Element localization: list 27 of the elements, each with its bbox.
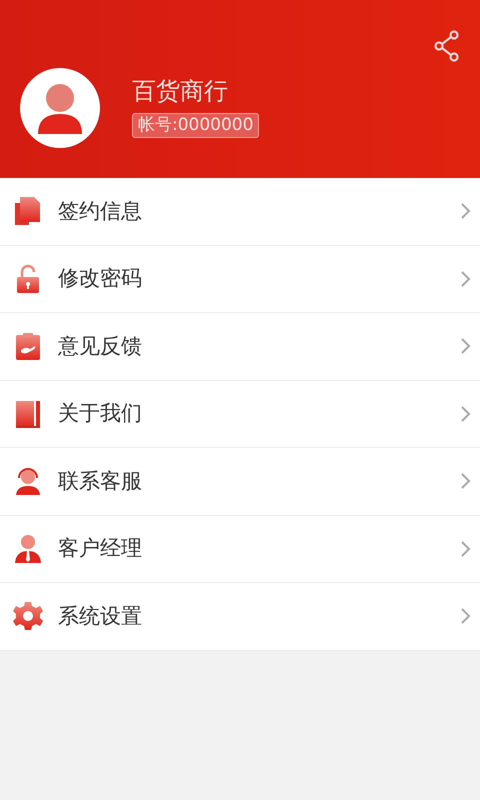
menu-label: 关于我们 [58,400,142,427]
chevron-right-icon [460,404,472,423]
menu-item[interactable]: 关于我们 [0,380,480,448]
chevron-right-icon [460,540,472,558]
menu-item[interactable]: 签约信息 [0,178,480,246]
menu-label: 系统设置 [58,602,142,630]
menu-label: 修改密码 [58,265,142,292]
person-tie-icon [12,532,44,565]
menu-label: 签约信息 [58,198,142,224]
store-name: 百货商行 [132,78,228,102]
menu-item[interactable]: 意见反馈 [0,313,480,380]
chevron-right-icon [460,270,472,288]
gear-icon [12,600,44,632]
account-number: 帐号:0000000 [132,112,260,138]
chevron-right-icon [460,202,472,220]
menu-item[interactable]: 系统设置 [0,583,480,650]
menu-item[interactable]: 客户经理 [0,516,480,583]
chevron-right-icon [460,607,472,626]
chevron-right-icon [460,337,472,356]
chevron-right-icon [460,472,472,490]
menu-label: 联系客服 [58,468,142,494]
person-icon [36,82,84,134]
menu-item[interactable]: 联系客服 [0,448,480,516]
menu-item[interactable]: 修改密码 [0,246,480,313]
menu-label: 客户经理 [58,535,142,562]
share-icon[interactable] [434,30,460,62]
menu-label: 意见反馈 [58,332,142,360]
